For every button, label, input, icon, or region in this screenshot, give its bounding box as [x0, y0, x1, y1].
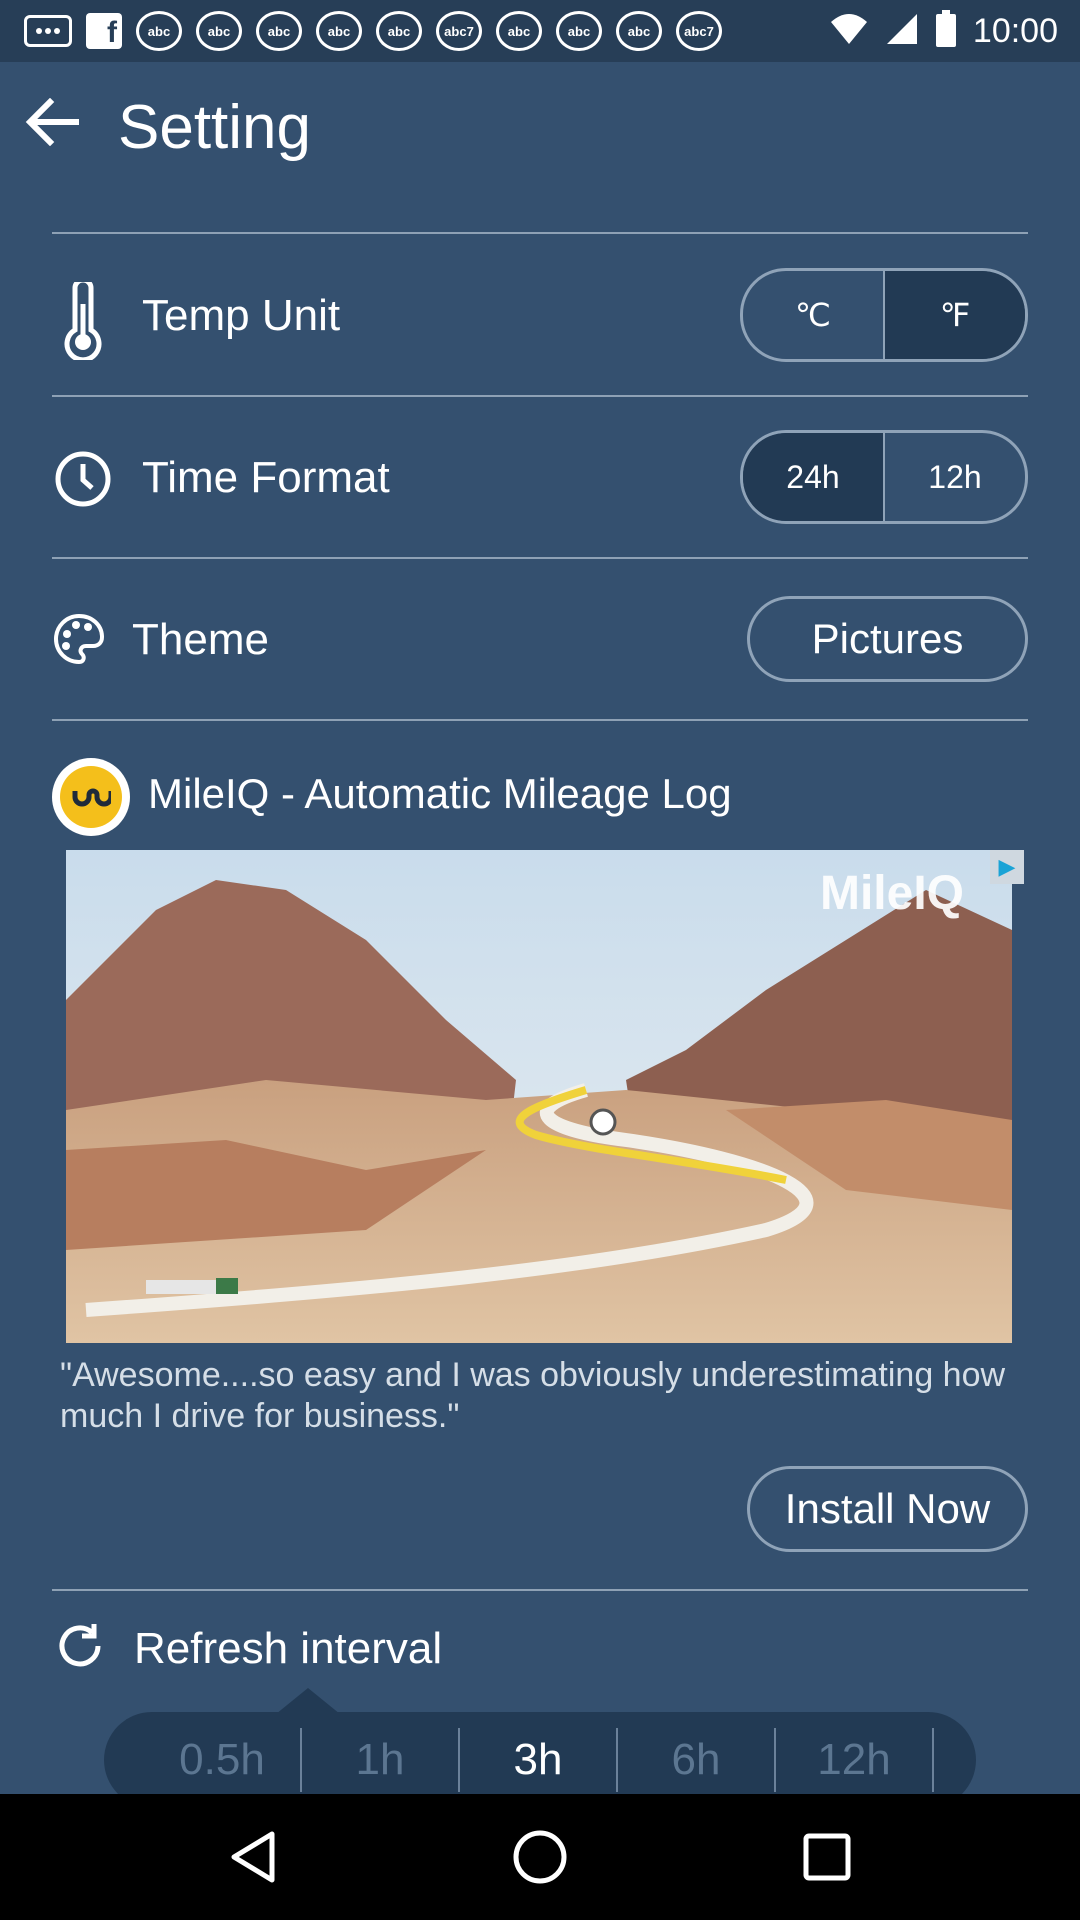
fahrenheit-option[interactable]: ℉ [883, 271, 1025, 359]
divider [52, 1589, 1028, 1591]
divider [52, 232, 1028, 234]
page-title: Setting [118, 93, 312, 162]
ad-brand-overlay: MileIQ [819, 867, 964, 920]
interval-option-3h[interactable]: 3h [460, 1728, 618, 1792]
nav-home-button[interactable] [500, 1817, 580, 1897]
divider [52, 395, 1028, 397]
facebook-icon: f [86, 13, 122, 49]
install-now-button[interactable]: Install Now [747, 1466, 1028, 1552]
notification-icons: f abc abc abc abc abc abc7 abc abc abc a… [24, 11, 722, 51]
12h-option[interactable]: 12h [883, 433, 1025, 521]
nav-back-icon [231, 1831, 275, 1883]
nav-back-button[interactable] [213, 1817, 293, 1897]
temp-unit-label: Temp Unit [142, 291, 341, 340]
palette-icon [52, 612, 106, 671]
status-bar: f abc abc abc abc abc abc7 abc abc abc a… [0, 0, 1080, 62]
wifi-icon [829, 12, 869, 51]
theme-select-button[interactable]: Pictures [747, 596, 1028, 682]
abc7-icon: abc7 [676, 11, 722, 51]
back-button[interactable] [20, 94, 84, 150]
abc-news-icon: abc [136, 11, 182, 51]
selection-pointer [276, 1688, 340, 1714]
abc-news-icon: abc [196, 11, 242, 51]
time-format-toggle[interactable]: 24h 12h [740, 430, 1028, 524]
temp-unit-toggle[interactable]: ℃ ℉ [740, 268, 1028, 362]
app-bar: Setting [0, 62, 1080, 182]
ad-choices-icon[interactable]: ▶ [990, 850, 1024, 884]
nav-recents-icon [803, 1833, 851, 1881]
mileiq-app-logo[interactable] [52, 758, 130, 836]
divider [52, 557, 1028, 559]
nav-recents-button[interactable] [787, 1817, 867, 1897]
ad-landscape-image[interactable]: MileIQ [66, 850, 1012, 1343]
signal-icon [885, 12, 919, 51]
battery-icon [935, 9, 957, 53]
divider [52, 719, 1028, 721]
abc-news-icon: abc [316, 11, 362, 51]
thermometer-icon [62, 277, 104, 365]
interval-option-6h[interactable]: 6h [618, 1728, 776, 1792]
ad-title[interactable]: MileIQ - Automatic Mileage Log [148, 770, 732, 818]
abc-news-icon: abc [496, 11, 542, 51]
celsius-option[interactable]: ℃ [743, 271, 883, 359]
interval-option-12h[interactable]: 12h [776, 1728, 934, 1792]
time-format-label: Time Format [142, 453, 390, 502]
interval-option-0.5h[interactable]: 0.5h [144, 1728, 302, 1792]
canyon-road-illustration [66, 850, 1012, 1343]
message-icon [24, 15, 72, 47]
refresh-icon [54, 1620, 106, 1677]
status-time: 10:00 [972, 11, 1058, 50]
abc-news-icon: abc [376, 11, 422, 51]
nav-home-icon [513, 1830, 567, 1884]
system-nav-bar [0, 1794, 1080, 1920]
theme-label: Theme [132, 615, 269, 664]
ad-quote: "Awesome....so easy and I was obviously … [60, 1356, 1006, 1435]
abc-news-icon: abc [256, 11, 302, 51]
abc-news-icon: abc [616, 11, 662, 51]
24h-option[interactable]: 24h [743, 433, 883, 521]
interval-option-1h[interactable]: 1h [302, 1728, 460, 1792]
abc7-icon: abc7 [436, 11, 482, 51]
mileiq-logo-icon [60, 766, 122, 828]
clock-icon [54, 450, 112, 513]
refresh-interval-label: Refresh interval [134, 1624, 443, 1673]
back-arrow-icon [25, 98, 79, 146]
abc-news-icon: abc [556, 11, 602, 51]
